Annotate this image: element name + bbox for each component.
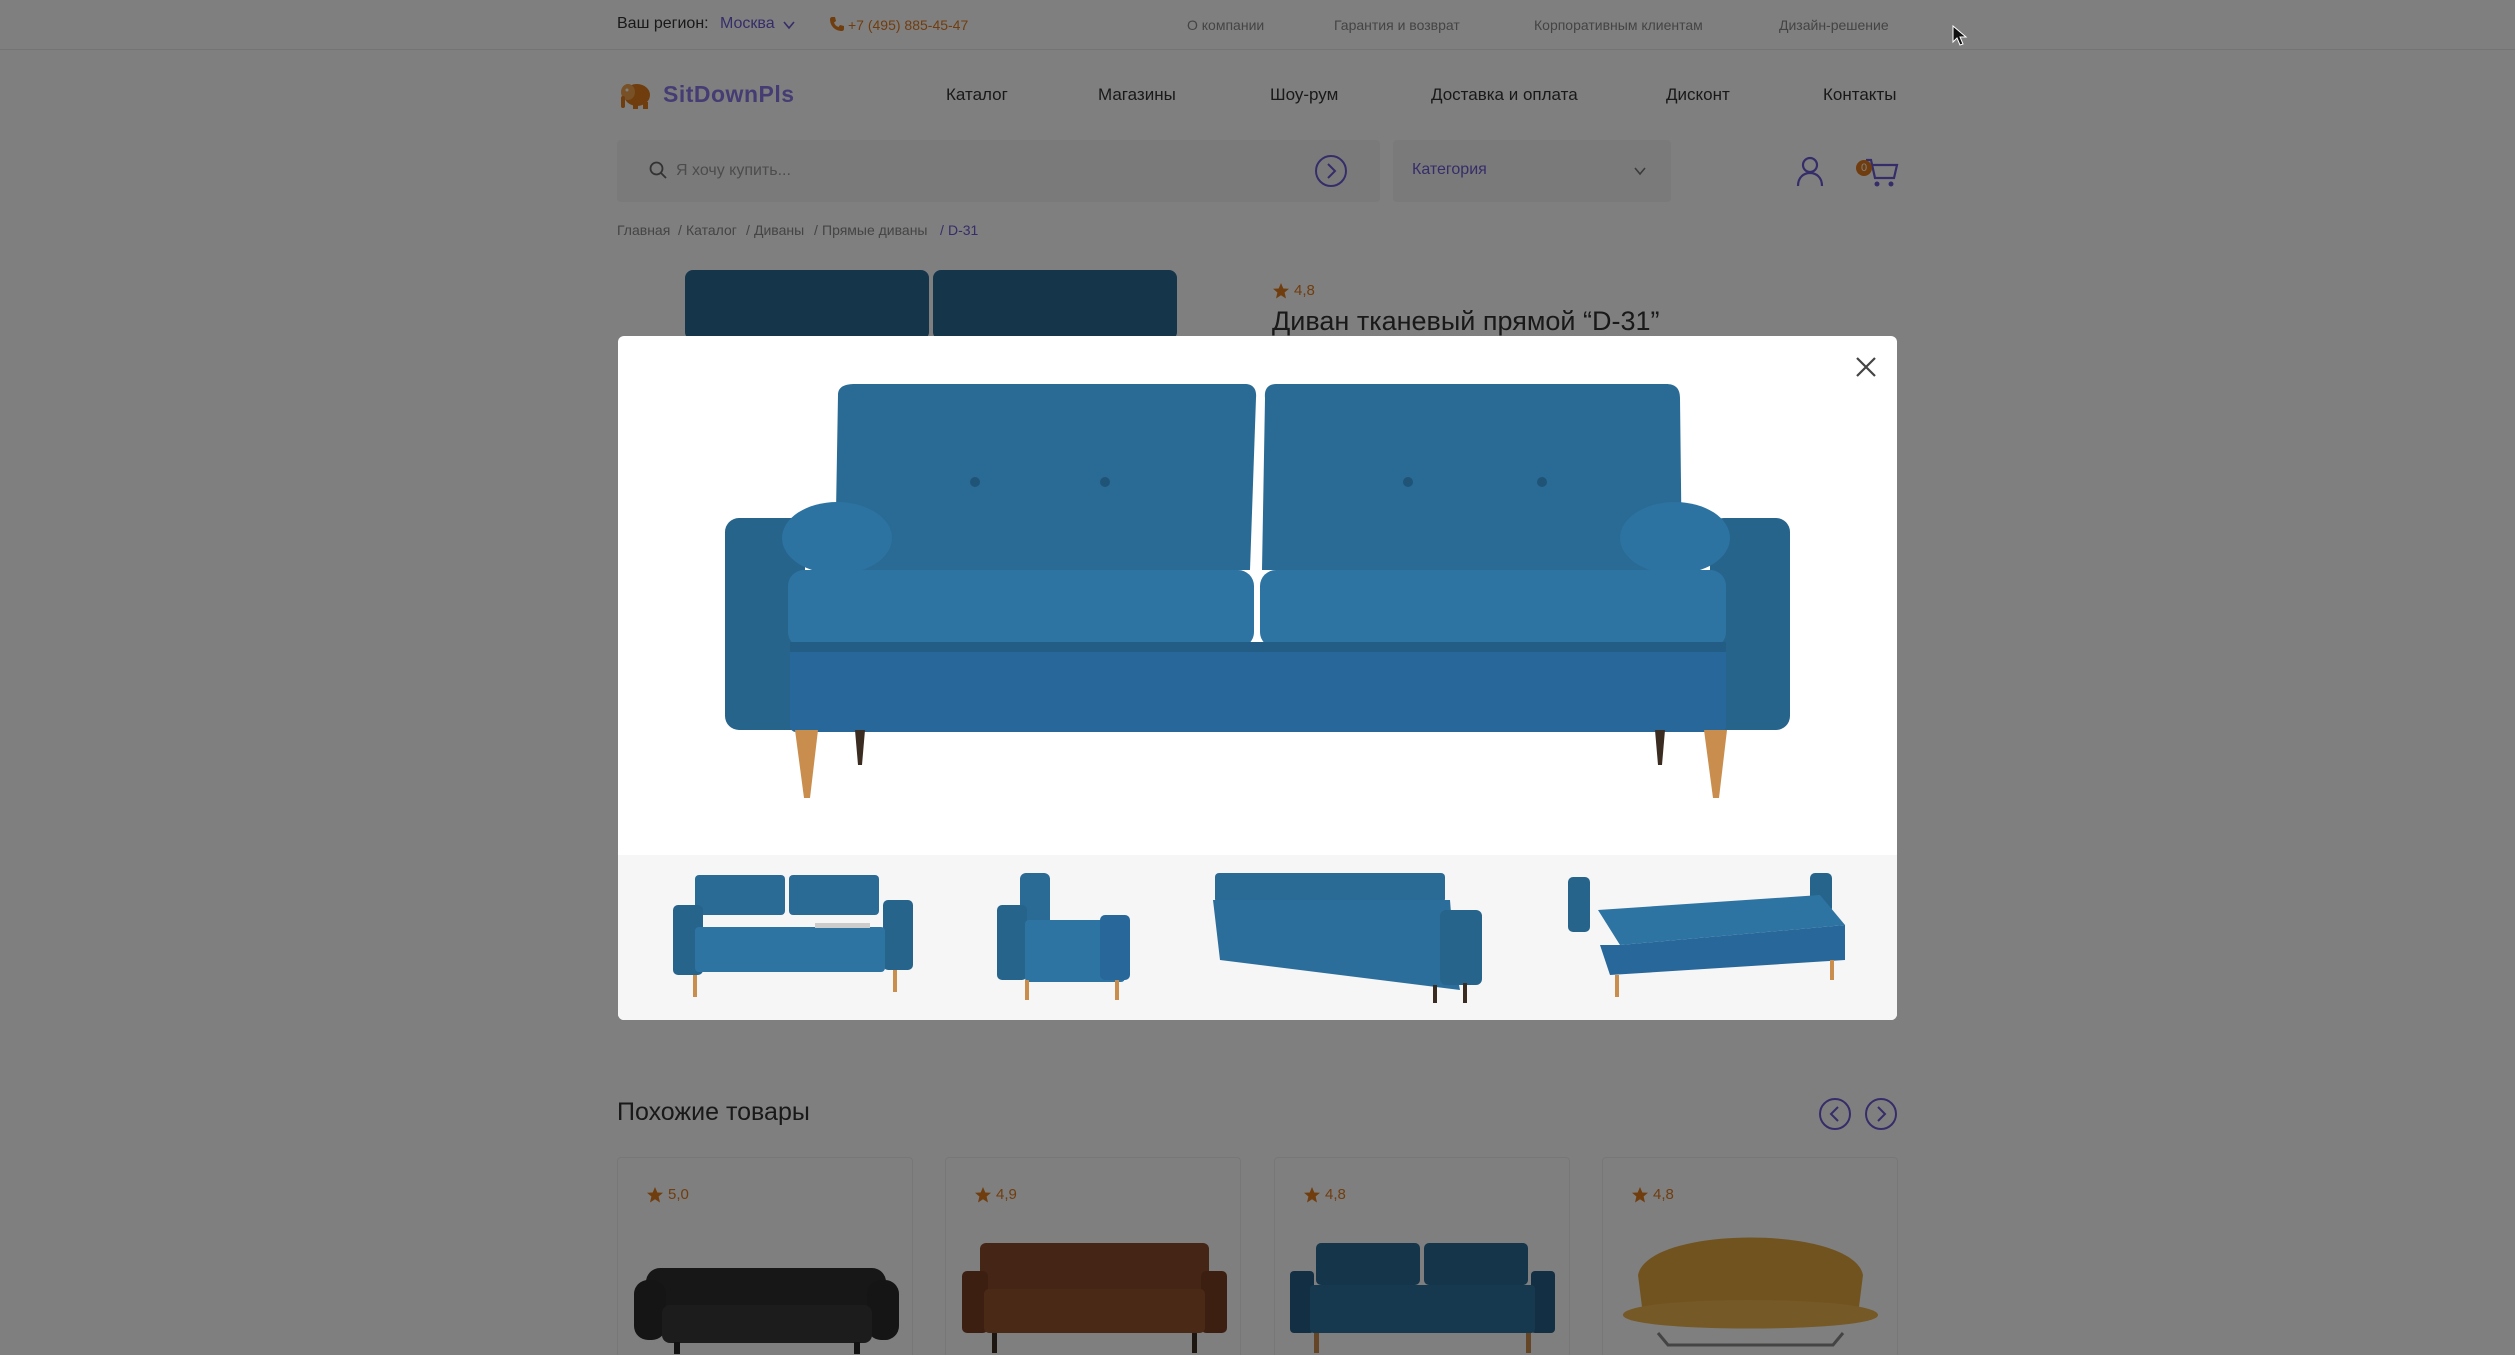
thumbnail-1[interactable] <box>665 865 925 1010</box>
gallery-main-image <box>725 384 1790 798</box>
thumbnail-2[interactable] <box>985 865 1145 1010</box>
close-icon[interactable] <box>1851 352 1881 382</box>
thumbnail-3[interactable] <box>1205 865 1495 1010</box>
thumbnail-4[interactable] <box>1560 865 1855 1010</box>
mouse-cursor-icon <box>1952 25 1968 46</box>
